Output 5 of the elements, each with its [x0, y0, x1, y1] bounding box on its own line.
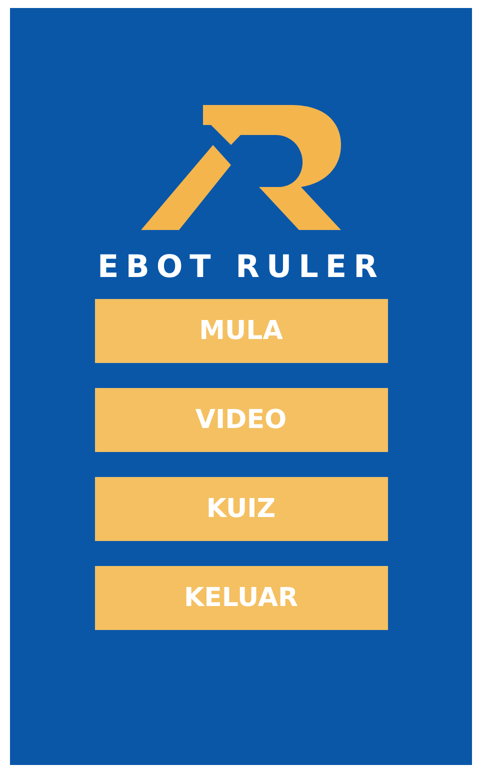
menu-button[interactable]: KELUAR: [94, 566, 388, 630]
app-title: EBOT RULER: [98, 249, 384, 285]
menu-button[interactable]: MULA: [94, 299, 388, 363]
menu-button[interactable]: VIDEO: [94, 388, 388, 452]
menu-button[interactable]: KUIZ: [94, 477, 388, 541]
